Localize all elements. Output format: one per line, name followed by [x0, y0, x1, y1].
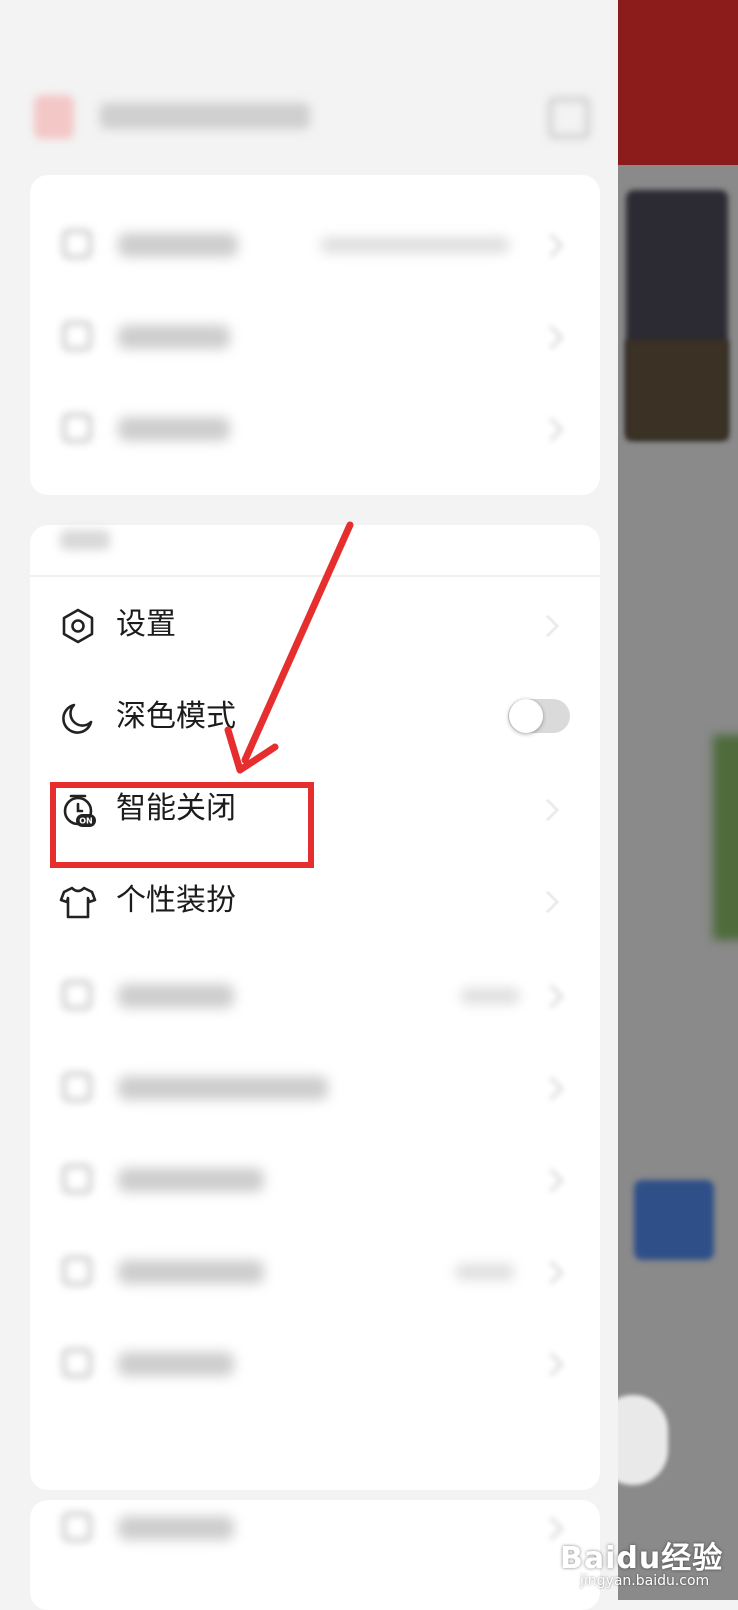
hexagon-gear-icon: [58, 606, 98, 646]
blurred-value: [455, 1264, 515, 1280]
blurred-label: [118, 233, 238, 257]
blurred-icon: [62, 1164, 92, 1194]
dark-mode-toggle[interactable]: [508, 699, 570, 733]
blurred-icon: [62, 1512, 92, 1542]
moon-icon: [58, 698, 98, 738]
background-card: [626, 340, 728, 440]
tshirt-icon: [58, 882, 98, 922]
toggle-knob: [509, 699, 543, 733]
blurred-label: [118, 1516, 234, 1540]
chevron-right-icon: [539, 984, 564, 1009]
top-menu-card: [30, 175, 600, 495]
blurred-label: [118, 417, 230, 441]
blurred-label: [118, 984, 234, 1008]
blurred-value: [320, 237, 510, 253]
menu-item-personalize[interactable]: 个性装扮: [30, 856, 600, 946]
menu-item-label: 深色模式: [116, 699, 236, 734]
background-card: [713, 735, 738, 940]
menu-item-label: 个性装扮: [116, 883, 236, 918]
blurred-icon: [62, 1072, 92, 1102]
blurred-menu-item[interactable]: [30, 1042, 600, 1132]
avatar[interactable]: [34, 95, 74, 139]
watermark-url: jingyan.baidu.com: [580, 1573, 710, 1589]
blurred-icon: [62, 1256, 92, 1286]
blurred-menu-item[interactable]: [30, 383, 600, 473]
chevron-right-icon: [536, 890, 560, 914]
blurred-icon: [62, 229, 92, 259]
blurred-label: [118, 1260, 264, 1284]
blurred-menu-item[interactable]: [30, 950, 600, 1040]
blurred-menu-item[interactable]: [30, 1482, 600, 1572]
blurred-menu-item[interactable]: [30, 291, 600, 381]
menu-item-settings[interactable]: 设置: [30, 580, 600, 670]
background-app[interactable]: [618, 0, 738, 1600]
blurred-menu-item[interactable]: [30, 1134, 600, 1224]
chevron-right-icon: [539, 325, 564, 350]
section-title-blurred: [60, 530, 110, 550]
bottom-menu-card: [30, 1500, 600, 1610]
chevron-right-icon: [539, 1260, 564, 1285]
username-blurred[interactable]: [100, 103, 310, 129]
menu-item-label: 设置: [116, 607, 176, 642]
blurred-icon: [62, 980, 92, 1010]
background-bubble: [618, 1395, 668, 1485]
background-card: [634, 1180, 714, 1260]
chevron-right-icon: [539, 1168, 564, 1193]
blurred-label: [118, 325, 230, 349]
menu-item-dark-mode[interactable]: 深色模式: [30, 672, 600, 762]
chevron-right-icon: [539, 1076, 564, 1101]
blurred-icon: [62, 413, 92, 443]
blurred-icon: [62, 321, 92, 351]
blurred-value: [460, 988, 520, 1004]
blurred-label: [118, 1168, 264, 1192]
background-header: [618, 0, 738, 165]
chevron-right-icon: [536, 798, 560, 822]
chevron-right-icon: [539, 1352, 564, 1377]
chevron-right-icon: [539, 417, 564, 442]
blurred-label: [118, 1076, 328, 1100]
divider: [30, 575, 600, 577]
blurred-icon: [62, 1348, 92, 1378]
blurred-menu-item[interactable]: [30, 1226, 600, 1316]
drawer-header: [0, 0, 618, 160]
baidu-watermark: Baidu经验 jingyan.baidu.com: [560, 1533, 724, 1589]
chevron-right-icon: [536, 614, 560, 638]
highlight-box: [50, 782, 314, 868]
watermark-text: Baidu经验: [560, 1541, 724, 1576]
blurred-menu-item[interactable]: [30, 199, 600, 289]
blurred-label: [118, 1352, 234, 1376]
chevron-right-icon: [539, 233, 564, 258]
scan-icon[interactable]: [548, 97, 590, 139]
blurred-menu-item[interactable]: [30, 1318, 600, 1408]
